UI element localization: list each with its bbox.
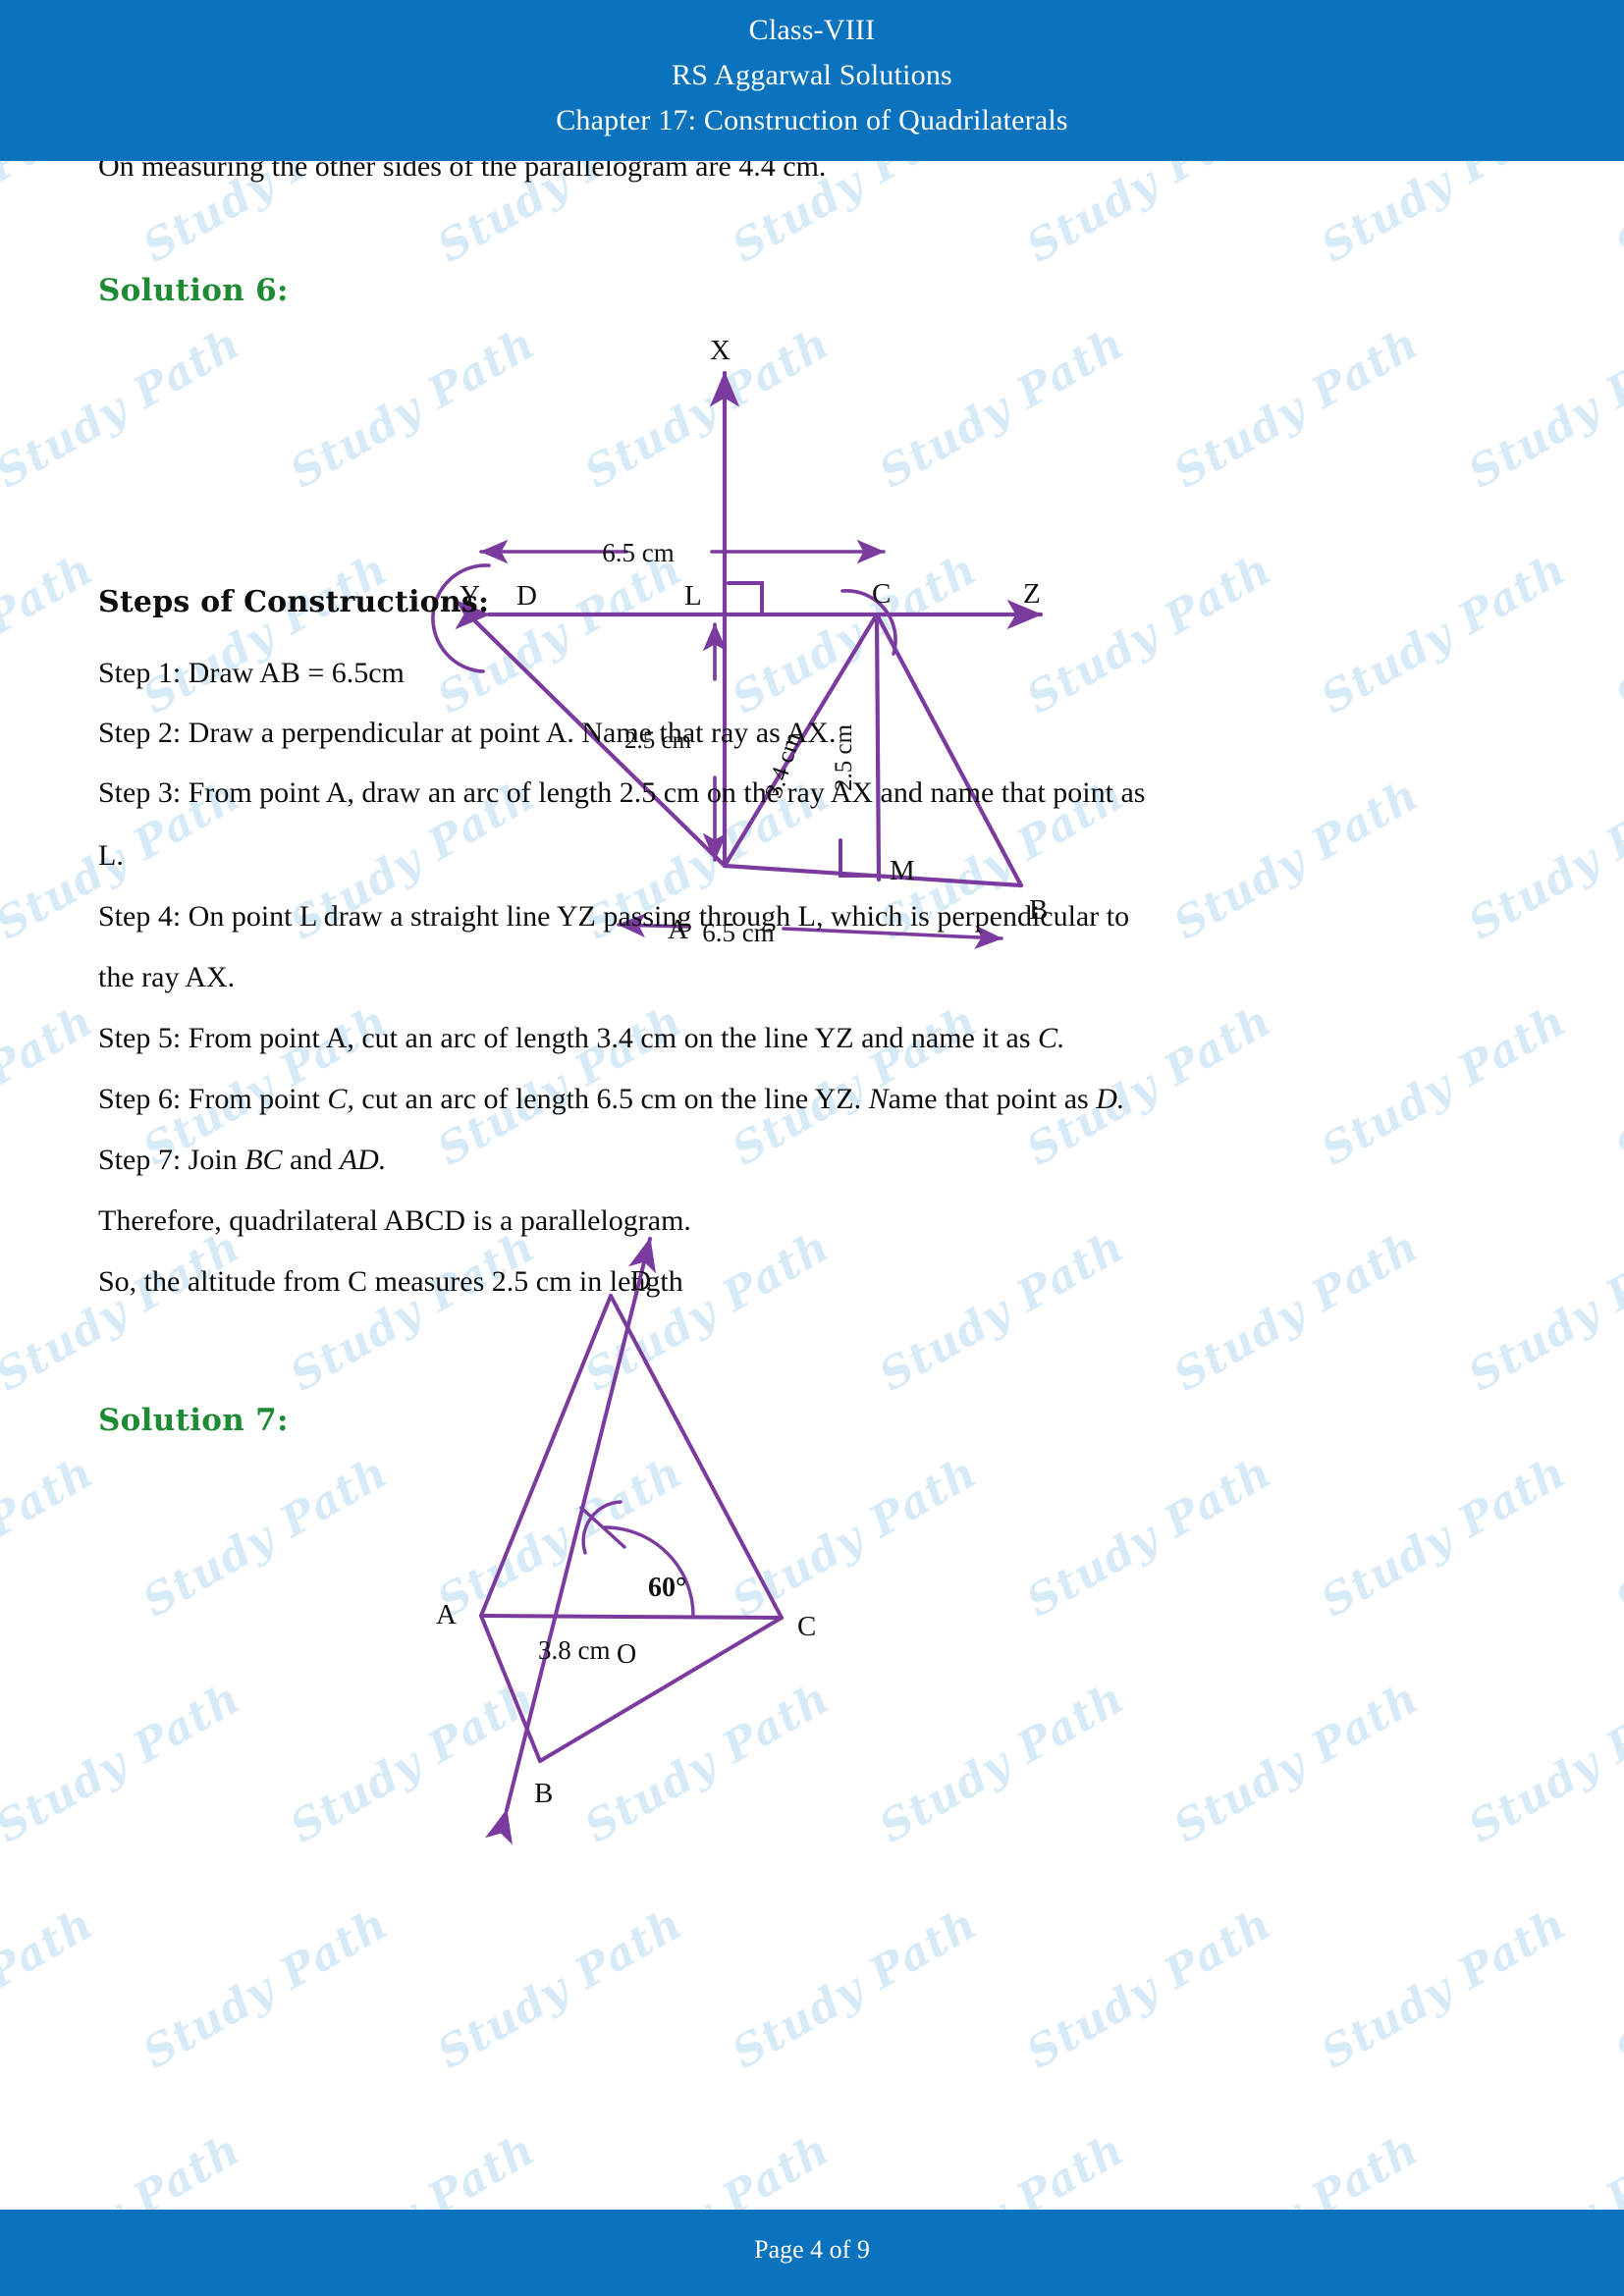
step-6-italic-n: N xyxy=(868,1083,889,1115)
step-1: Step 1: Draw AB = 6.5cm xyxy=(98,657,405,689)
step-7-segment-ad: AD. xyxy=(339,1144,387,1176)
segment-bc xyxy=(874,612,1024,888)
page-content: On measuring the other sides of the para… xyxy=(0,150,1624,2210)
figure6-label-x: X xyxy=(710,335,731,366)
step-5-text: Step 5: From point A, cut an arc of leng… xyxy=(98,1022,1039,1054)
step-4-line-2: the ray AX. xyxy=(98,961,236,993)
figure6-label-l: L xyxy=(684,580,702,612)
figure7-label-b: B xyxy=(534,1778,553,1809)
figure7-label-d: D xyxy=(630,1265,651,1297)
figure6-dim-dc: 6.5 cm xyxy=(602,538,675,567)
figure6-label-c: C xyxy=(872,578,891,610)
right-angle-mark-l xyxy=(727,581,764,616)
figure-solution-7: A B C D O 3.8 cm 60° xyxy=(436,1237,1119,1957)
figure7-label-a: A xyxy=(436,1599,457,1630)
step-5: Step 5: From point A, cut an arc of leng… xyxy=(98,1021,1065,1056)
figure6-label-z: Z xyxy=(1023,578,1041,610)
figure-solution-6-svg: X Y Z D L C A B M 6.5 cm 2.5 cm 3.4 cm 2… xyxy=(431,335,1048,949)
segment-ab-7 xyxy=(479,1614,542,1763)
figure6-label-d: D xyxy=(516,580,537,612)
solution-7-heading: Solution 7: xyxy=(98,1403,289,1438)
figure-solution-7-svg: A B C D O 3.8 cm 60° xyxy=(436,1237,816,1845)
figure7-label-c: C xyxy=(797,1611,816,1642)
step-6-point-d: D. xyxy=(1096,1083,1125,1115)
figure7-geometry xyxy=(479,1237,784,1845)
step-7-segment-bc: BC xyxy=(244,1144,283,1176)
figure7-dim-ao: 3.8 cm xyxy=(538,1635,611,1665)
step-2: Step 2: Draw a perpendicular at point A.… xyxy=(98,717,837,749)
step-3-line-1: Step 3: From point A, draw an arc of len… xyxy=(98,776,1146,809)
segment-ad-7 xyxy=(479,1294,613,1618)
figure6-label-m: M xyxy=(890,855,915,886)
header-chapter-line: Chapter 17: Construction of Quadrilatera… xyxy=(556,104,1068,136)
right-angle-mark-m xyxy=(839,838,879,878)
conclusion-parallelogram: Therefore, quadrilateral ABCD is a paral… xyxy=(98,1204,691,1237)
figure7-angle-60: 60° xyxy=(648,1573,686,1603)
step-7: Step 7: Join BC and AD. xyxy=(98,1143,386,1178)
steps-of-constructions-heading: Steps of Constructions: xyxy=(98,585,490,619)
solution-6-heading: Solution 6: xyxy=(98,273,289,308)
step-7-text-2: and xyxy=(282,1144,340,1176)
conclusion-altitude: So, the altitude from C measures 2.5 cm … xyxy=(98,1265,683,1298)
figure-solution-6: X Y Z D L C A B M 6.5 cm 2.5 cm 3.4 cm 2… xyxy=(373,181,1080,949)
step-7-text-1: Step 7: Join xyxy=(98,1144,245,1176)
figure7-label-o: O xyxy=(617,1639,636,1670)
page-number-label: Page 4 of 9 xyxy=(754,2235,870,2264)
step-3-line-2: L. xyxy=(98,839,124,872)
figure6-geometry xyxy=(431,370,1044,949)
step-6-point-c: C, xyxy=(327,1083,354,1115)
step-6-text-2: cut an arc of length 6.5 cm on the line … xyxy=(353,1083,869,1115)
header-class-line: Class-VIII xyxy=(748,14,876,46)
altitude-cm xyxy=(874,612,882,882)
segment-dc-7 xyxy=(609,1294,784,1620)
ray-bd-extended xyxy=(485,1237,656,1845)
step-5-point: C. xyxy=(1038,1022,1065,1054)
step-6-text-1: Step 6: From point xyxy=(98,1083,328,1115)
step-4-line-1: Step 4: On point L draw a straight line … xyxy=(98,900,1130,933)
segment-ac-7 xyxy=(479,1614,784,1620)
step-6: Step 6: From point C, cut an arc of leng… xyxy=(98,1082,1124,1117)
step-6-text-3: ame that point as xyxy=(888,1083,1097,1115)
page-header: Class-VIII RS Aggarwal Solutions Chapter… xyxy=(0,0,1624,161)
header-book-line: RS Aggarwal Solutions xyxy=(672,59,952,91)
page-footer: Page 4 of 9 xyxy=(0,2210,1624,2296)
